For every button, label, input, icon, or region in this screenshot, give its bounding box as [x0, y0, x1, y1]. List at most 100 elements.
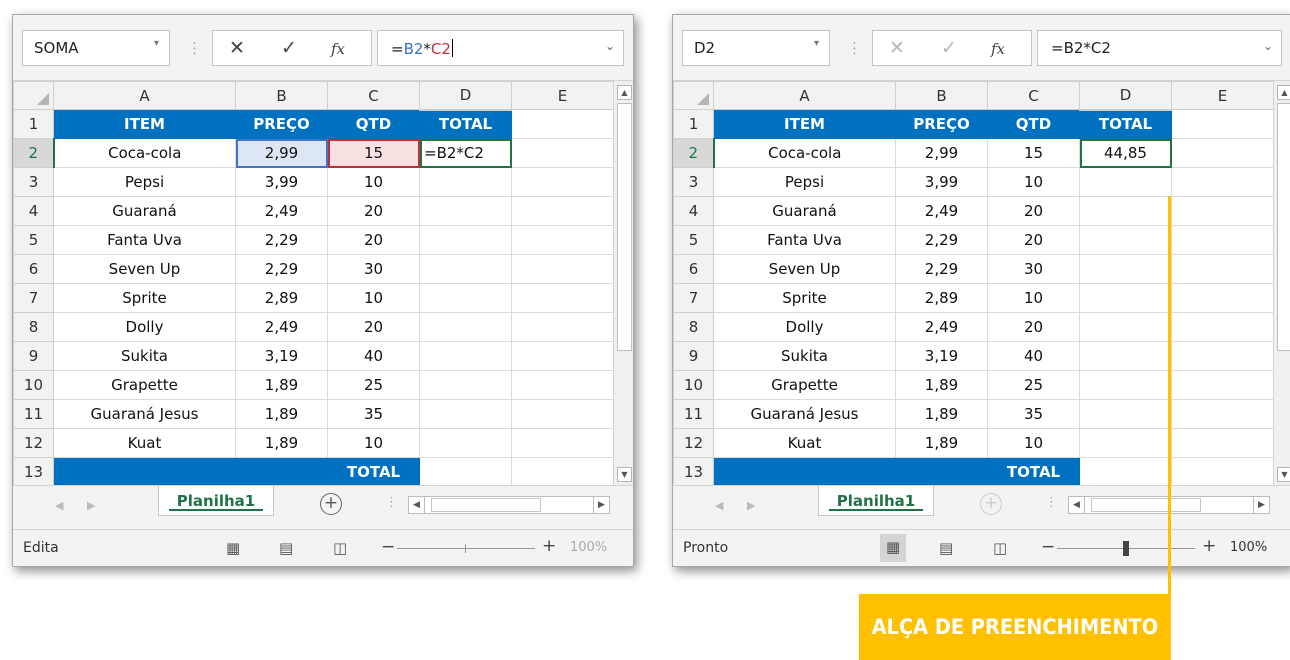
zoom-level[interactable]: 100% — [1230, 540, 1267, 555]
cell[interactable] — [511, 399, 614, 429]
spreadsheet-grid[interactable]: A B C D E 1 ITEM PREÇO QTD TOTAL 2 Coca-… — [673, 81, 1274, 487]
cell[interactable] — [1171, 312, 1274, 342]
scroll-left-icon[interactable]: ◀ — [409, 497, 425, 513]
row-header[interactable]: 5 — [13, 225, 54, 255]
column-header-a[interactable]: A — [53, 81, 236, 110]
page-layout-view-icon[interactable]: ▤ — [279, 539, 293, 557]
column-header-d[interactable]: D — [1079, 81, 1172, 111]
cell-preco[interactable]: 2,49 — [895, 196, 988, 226]
cell[interactable] — [511, 109, 614, 139]
zoom-out-icon[interactable]: − — [1041, 537, 1055, 557]
cell-total[interactable] — [419, 399, 512, 429]
row-header[interactable]: 6 — [673, 254, 714, 284]
sheet-tab-planilha1[interactable]: Planilha1 — [818, 486, 934, 516]
zoom-in-icon[interactable]: + — [1202, 536, 1216, 556]
cell[interactable] — [1171, 399, 1274, 429]
add-sheet-icon[interactable]: + — [980, 493, 1002, 515]
cell[interactable] — [419, 457, 512, 487]
cell-item[interactable]: Pepsi — [713, 167, 896, 197]
cell[interactable] — [511, 370, 614, 400]
enter-check-icon[interactable]: ✓ — [281, 37, 297, 59]
add-sheet-icon[interactable]: + — [320, 493, 342, 515]
row-header[interactable]: 3 — [673, 167, 714, 197]
page-break-view-icon[interactable]: ◫ — [333, 539, 347, 557]
cell-preco-referenced[interactable]: 2,99 — [235, 138, 328, 168]
cell-item[interactable]: Coca-cola — [53, 138, 236, 168]
row-header[interactable]: 13 — [13, 457, 54, 487]
cell-item[interactable]: Seven Up — [53, 254, 236, 284]
row-header[interactable]: 9 — [13, 341, 54, 371]
column-header-e[interactable]: E — [1171, 81, 1274, 110]
cell-total[interactable] — [1079, 428, 1172, 458]
cell-preco[interactable]: 2,89 — [235, 283, 328, 313]
cell-qtd[interactable]: 10 — [987, 283, 1080, 313]
cell-total[interactable] — [1079, 370, 1172, 400]
header-cell-qtd[interactable]: QTD — [327, 109, 420, 139]
cell-preco[interactable]: 2,29 — [235, 254, 328, 284]
horizontal-scroll-thumb[interactable] — [431, 498, 541, 512]
row-header[interactable]: 1 — [673, 109, 714, 139]
cell-total[interactable] — [1079, 283, 1172, 313]
header-cell-total[interactable]: TOTAL — [419, 109, 512, 139]
cell-item[interactable]: Grapette — [53, 370, 236, 400]
cell-item[interactable]: Guaraná Jesus — [713, 399, 896, 429]
row-header[interactable]: 2 — [13, 138, 55, 168]
sheet-tab-planilha1[interactable]: Planilha1 — [158, 486, 274, 516]
cell-qtd[interactable]: 30 — [987, 254, 1080, 284]
row-header[interactable]: 11 — [673, 399, 714, 429]
cell-total[interactable] — [1079, 312, 1172, 342]
cell-qtd[interactable]: 40 — [987, 341, 1080, 371]
cancel-icon[interactable]: ✕ — [229, 37, 245, 59]
cell-total[interactable] — [1079, 196, 1172, 226]
cell-preco[interactable]: 2,49 — [895, 312, 988, 342]
cell[interactable] — [511, 254, 614, 284]
formula-input[interactable]: =B2*C2 ⌄ — [377, 30, 624, 66]
cell[interactable] — [511, 312, 614, 342]
scroll-thumb[interactable] — [617, 103, 632, 351]
normal-view-icon[interactable]: ▦ — [880, 534, 907, 562]
cell-qtd[interactable]: 35 — [327, 399, 420, 429]
cell-item[interactable]: Coca-cola — [713, 138, 896, 168]
column-header-c[interactable]: C — [327, 81, 420, 110]
cell-qtd[interactable]: 30 — [327, 254, 420, 284]
header-cell-item[interactable]: ITEM — [713, 109, 896, 139]
cell-total[interactable] — [1079, 254, 1172, 284]
cell-preco[interactable]: 3,19 — [895, 341, 988, 371]
cell[interactable] — [511, 225, 614, 255]
cell-preco[interactable]: 2,89 — [895, 283, 988, 313]
row-header[interactable]: 9 — [673, 341, 714, 371]
column-header-e[interactable]: E — [511, 81, 614, 110]
page-layout-view-icon[interactable]: ▤ — [939, 539, 953, 557]
vertical-scrollbar[interactable]: ▲ ▼ — [1273, 81, 1290, 485]
active-cell-editing[interactable]: =B2*C2 — [419, 138, 512, 168]
column-header-b[interactable]: B — [235, 81, 328, 110]
cell-qtd-referenced[interactable]: 15 — [327, 138, 420, 168]
zoom-in-icon[interactable]: + — [542, 536, 556, 556]
cell-qtd[interactable]: 20 — [987, 225, 1080, 255]
cell-qtd[interactable]: 35 — [987, 399, 1080, 429]
cell-item[interactable]: Sprite — [53, 283, 236, 313]
cell[interactable] — [511, 457, 614, 487]
row-header[interactable]: 4 — [13, 196, 54, 226]
cell-total[interactable] — [419, 167, 512, 197]
cell-qtd[interactable]: 20 — [987, 196, 1080, 226]
cell-preco[interactable]: 3,99 — [235, 167, 328, 197]
next-sheet-icon[interactable]: ▶ — [747, 499, 755, 512]
cell[interactable] — [511, 138, 614, 168]
cell-preco[interactable]: 1,89 — [895, 399, 988, 429]
column-header-b[interactable]: B — [895, 81, 988, 110]
cell-preco[interactable]: 3,19 — [235, 341, 328, 371]
cell-preco[interactable]: 1,89 — [895, 370, 988, 400]
footer-total-label[interactable]: TOTAL — [987, 457, 1080, 487]
zoom-out-icon[interactable]: − — [381, 537, 395, 557]
select-all-corner[interactable] — [13, 81, 54, 110]
cell-preco[interactable]: 1,89 — [895, 428, 988, 458]
tab-splitter-icon[interactable]: ⋮ — [385, 495, 398, 510]
cell-total[interactable] — [1079, 341, 1172, 371]
spreadsheet-grid[interactable]: A B C D E 1 ITEM PREÇO QTD TOTAL 2 Coca-… — [13, 81, 614, 487]
scroll-right-icon[interactable]: ▶ — [1253, 497, 1269, 513]
cell-preco[interactable]: 3,99 — [895, 167, 988, 197]
cell-qtd[interactable]: 10 — [987, 428, 1080, 458]
cell-qtd[interactable]: 40 — [327, 341, 420, 371]
row-header[interactable]: 4 — [673, 196, 714, 226]
